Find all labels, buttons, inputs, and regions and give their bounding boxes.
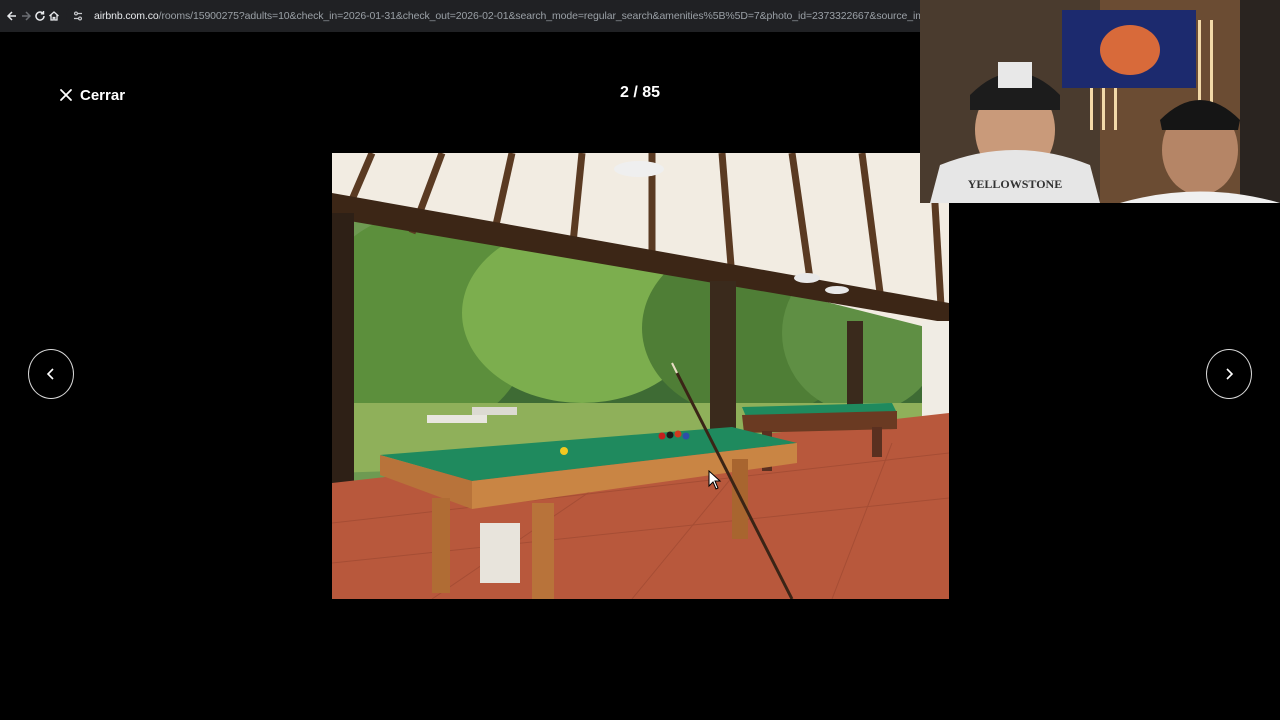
browser-toolbar: airbnb.com.co/rooms/15900275?adults=10&c… — [0, 0, 967, 32]
url-domain: airbnb.com.co — [94, 10, 159, 22]
url-path: /rooms/15900275?adults=10&check_in=2026-… — [158, 10, 941, 22]
forward-icon[interactable] — [20, 5, 32, 27]
home-icon[interactable] — [48, 5, 60, 27]
chevron-left-icon — [46, 368, 54, 380]
back-icon[interactable] — [6, 5, 18, 27]
screen: airbnb.com.co/rooms/15900275?adults=10&c… — [0, 0, 1280, 720]
photo-counter: 2 / 85 — [619, 84, 661, 101]
close-button[interactable]: Cerrar — [54, 82, 129, 108]
reload-icon[interactable] — [34, 5, 46, 27]
webcam-overlay: YELLOWSTONE — [920, 0, 1280, 203]
close-icon — [60, 89, 72, 101]
shirt-text: YELLOWSTONE — [968, 177, 1062, 191]
close-label: Cerrar — [80, 86, 126, 104]
next-photo-button[interactable] — [1206, 349, 1252, 399]
previous-photo-button[interactable] — [28, 349, 74, 399]
address-bar[interactable]: airbnb.com.co/rooms/15900275?adults=10&c… — [66, 5, 967, 27]
url-text: airbnb.com.co/rooms/15900275?adults=10&c… — [94, 10, 941, 22]
site-info-icon[interactable] — [72, 9, 86, 23]
gallery-photo[interactable] — [332, 153, 949, 599]
chevron-right-icon — [1226, 368, 1234, 380]
mouse-cursor-icon — [708, 470, 722, 490]
